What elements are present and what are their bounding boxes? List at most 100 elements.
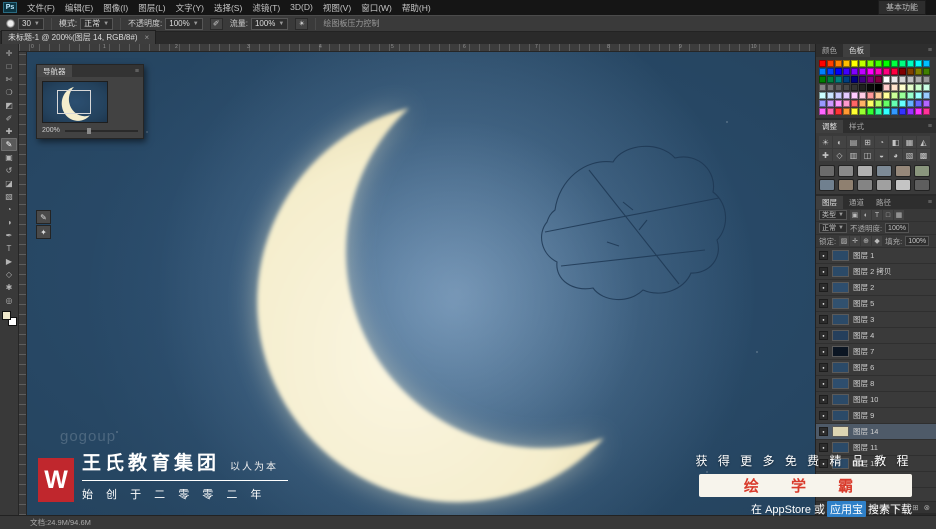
document-tab[interactable]: 未标题-1 @ 200%(图层 14, RGB/8#) × [1,30,157,44]
hand-tool[interactable]: ✱ [1,281,17,294]
swatch-6[interactable] [867,60,874,67]
style-thumb-4[interactable] [895,165,911,177]
menu-item-0[interactable]: 文件(F) [22,2,60,14]
swatch-55[interactable] [923,84,930,91]
path-select-tool[interactable]: ▶ [1,255,17,268]
adjustment-icon-2[interactable]: ▤ [847,136,860,148]
style-thumb-3[interactable] [876,165,892,177]
swatch-3[interactable] [843,60,850,67]
adjustment-icon-15[interactable]: ▩ [917,149,930,161]
adjustment-icon-11[interactable]: ◫ [861,149,874,161]
style-thumb-5[interactable] [914,165,930,177]
swatch-33[interactable] [859,76,866,83]
swatch-95[interactable] [907,108,914,115]
layer-visibility-toggle[interactable]: ● [819,379,828,388]
swatch-45[interactable] [843,84,850,91]
swatch-88[interactable] [851,108,858,115]
tab-layers[interactable]: 图层 [816,196,843,209]
navigator-tab[interactable]: 导航器 [37,65,72,77]
style-thumb-0[interactable] [819,165,835,177]
crop-tool[interactable]: ◩ [1,99,17,112]
swatch-78[interactable] [883,100,890,107]
swatch-28[interactable] [819,76,826,83]
swatch-93[interactable] [891,108,898,115]
quick-select-tool[interactable]: ❍ [1,86,17,99]
navigator-view-box[interactable] [57,90,91,114]
marquee-tool[interactable]: □ [1,60,17,73]
swatch-23[interactable] [891,68,898,75]
swatch-60[interactable] [851,92,858,99]
eraser-tool[interactable]: ◪ [1,177,17,190]
tab-channels[interactable]: 通道 [843,196,870,209]
lock-icon-3[interactable]: ◆ [872,236,883,246]
lock-icon-1[interactable]: ✛ [850,236,861,246]
adjustment-icon-7[interactable]: ◭ [917,136,930,148]
adjustment-icon-4[interactable]: ◔ [875,136,888,148]
swatch-92[interactable] [883,108,890,115]
swatch-4[interactable] [851,60,858,67]
swatch-27[interactable] [923,68,930,75]
tab-swatches[interactable]: 色板 [843,44,870,57]
horizontal-ruler[interactable]: 0 1 2 3 4 5 6 7 8 9 10 [19,44,815,52]
swatch-0[interactable] [819,60,826,67]
close-icon[interactable]: × [145,33,150,42]
swatch-22[interactable] [883,68,890,75]
style-thumb-7[interactable] [838,179,854,191]
swatch-68[interactable] [915,92,922,99]
swatch-70[interactable] [819,100,826,107]
swatch-25[interactable] [907,68,914,75]
layer-visibility-toggle[interactable]: ● [819,315,828,324]
swatch-58[interactable] [835,92,842,99]
swatch-50[interactable] [883,84,890,91]
swatch-20[interactable] [867,68,874,75]
swatch-46[interactable] [851,84,858,91]
adjustment-icon-3[interactable]: ⊞ [861,136,874,148]
layers-opacity-value[interactable]: 100% [885,223,909,233]
layer-visibility-toggle[interactable]: ● [819,363,828,372]
layer-visibility-toggle[interactable]: ● [819,395,828,404]
swatch-62[interactable] [867,92,874,99]
adjustment-icon-9[interactable]: ◇ [833,149,846,161]
swatch-21[interactable] [875,68,882,75]
layer-row-1[interactable]: ● 图层 2 拷贝 [816,264,936,280]
airbrush-icon[interactable]: ✴ [295,17,309,30]
swatch-35[interactable] [875,76,882,83]
navigator-zoom-slider[interactable] [64,127,138,134]
swatch-51[interactable] [891,84,898,91]
clone-stamp-tool[interactable]: ▣ [1,151,17,164]
swatch-85[interactable] [827,108,834,115]
dodge-tool[interactable]: ◑ [1,216,17,229]
swatch-84[interactable] [819,108,826,115]
layers-foot-icon-5[interactable]: ⊞ [912,503,918,512]
pen-tool[interactable]: ✒ [1,229,17,242]
swatch-89[interactable] [859,108,866,115]
swatch-69[interactable] [923,92,930,99]
blur-tool[interactable]: ◔ [1,203,17,216]
swatch-61[interactable] [859,92,866,99]
style-thumb-11[interactable] [914,179,930,191]
panel-menu-icon[interactable]: ≡ [928,123,936,130]
swatch-59[interactable] [843,92,850,99]
panel-menu-icon[interactable]: ≡ [928,199,936,206]
swatch-38[interactable] [899,76,906,83]
swatch-65[interactable] [891,92,898,99]
style-thumb-8[interactable] [857,179,873,191]
layer-filter-icon-0[interactable]: ▣ [849,210,860,220]
tablet-pressure-opacity-icon[interactable]: ✐ [209,17,223,30]
menu-item-1[interactable]: 编辑(E) [60,2,98,14]
adjustment-icon-8[interactable]: ✚ [819,149,832,161]
foreground-color-chip[interactable] [1,311,11,320]
layer-row-3[interactable]: ● 图层 5 [816,296,936,312]
swatch-1[interactable] [827,60,834,67]
swatch-19[interactable] [859,68,866,75]
adjustment-icon-13[interactable]: ◕ [889,149,902,161]
brush-panel-icon[interactable]: ✎ [36,210,51,224]
adjustment-icon-0[interactable]: ☀ [819,136,832,148]
swatch-17[interactable] [843,68,850,75]
menu-item-3[interactable]: 图层(L) [133,2,170,14]
swatch-86[interactable] [835,108,842,115]
swatch-57[interactable] [827,92,834,99]
panel-menu-icon[interactable]: ≡ [135,68,143,75]
swatch-11[interactable] [907,60,914,67]
swatch-97[interactable] [923,108,930,115]
